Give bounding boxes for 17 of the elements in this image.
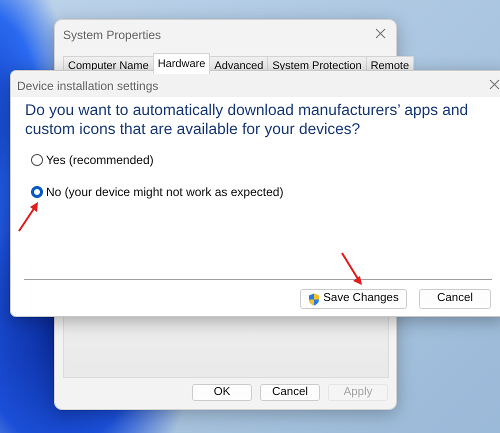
shield-icon	[308, 292, 320, 306]
option-label[interactable]: No (your device might not work as expected)	[46, 183, 284, 201]
question-text: Do you want to automatically download manufacturers’ apps and custom icons that are available for your devices?	[25, 101, 470, 139]
dialog-button[interactable]: Cancel	[419, 289, 491, 309]
dialog-button[interactable]: Cancel	[260, 384, 320, 401]
dialog-button[interactable]: OK	[192, 384, 252, 401]
window-title: System Properties	[63, 27, 162, 44]
tab[interactable]: Hardware	[152, 53, 210, 74]
radio-button[interactable]	[31, 186, 43, 198]
dialog-button[interactable]: Save Changes	[300, 289, 407, 309]
close-icon[interactable]	[375, 28, 386, 39]
close-icon[interactable]	[489, 79, 500, 90]
dialog-title: Device installation settings	[17, 78, 158, 95]
radio-button[interactable]	[31, 154, 43, 166]
option-label[interactable]: Yes (recommended)	[46, 151, 154, 169]
annotation-arrow	[341, 252, 362, 285]
annotation-arrow	[18, 202, 38, 232]
